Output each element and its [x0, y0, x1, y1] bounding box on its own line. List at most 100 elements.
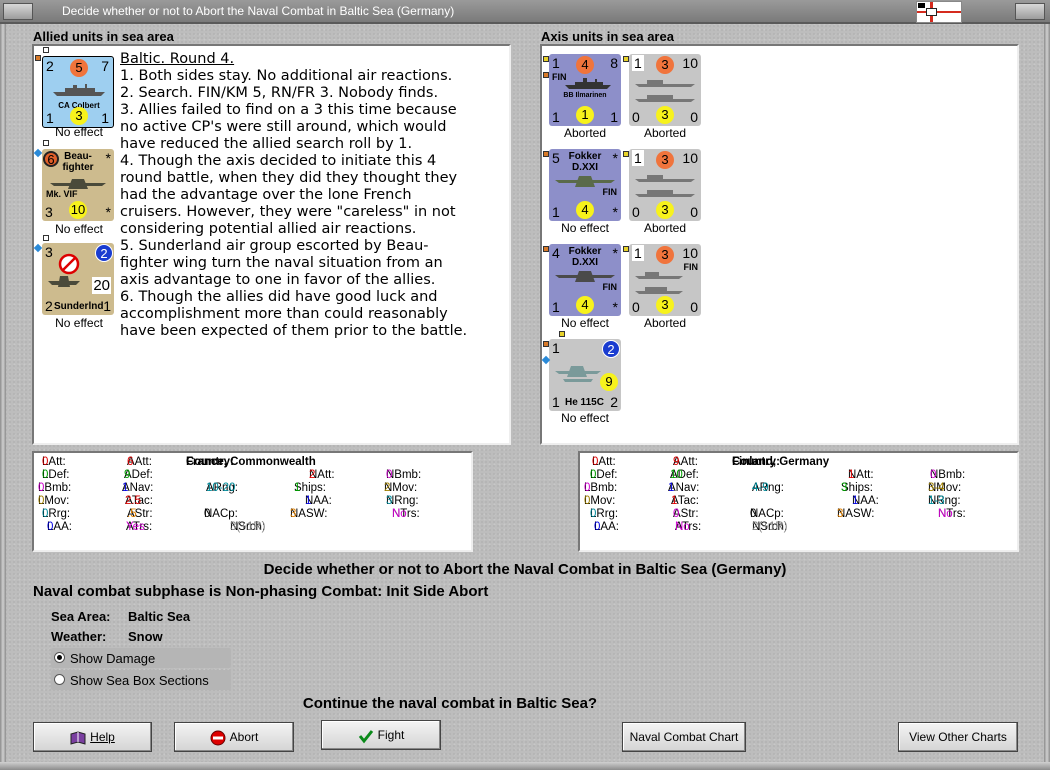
unit-marker	[543, 72, 549, 78]
window-frame-bottom	[0, 762, 1050, 770]
axis-unit-bb-ilmarinen[interactable]: 1 4 8 FIN BB Ilmarinen 1 1 1	[549, 54, 621, 126]
unit-value: 20	[92, 277, 111, 294]
fight-button[interactable]: Fight	[321, 720, 441, 750]
unit-value: *	[612, 204, 618, 220]
window-titlebar: Decide whether or not to Abort the Naval…	[0, 0, 1050, 24]
no-entry-icon	[210, 730, 226, 746]
notes-line: axis advantage to one in favor of the al…	[120, 272, 436, 288]
notes-line: accomplishment more than could reasonabl…	[120, 306, 448, 322]
allied-units-panel: 2 5 7 CA Colbert 1 3 1 No effect 6 Beau-…	[32, 44, 511, 445]
show-damage-label: Show Damage	[70, 651, 156, 666]
axis-unit-taskforce-2[interactable]: 1 3 10 0 3 0	[629, 149, 701, 221]
unit-value: 0	[690, 204, 698, 220]
unit-name: Sunderlnd	[54, 301, 104, 312]
unit-value: 3	[45, 244, 53, 260]
show-damage-option[interactable]: Show Damage	[51, 648, 231, 668]
continue-question: Continue the naval combat in Baltic Sea?	[302, 695, 598, 712]
allied-stats-panel: LAtt: 0 LDef: 0 LBmb: 0 LMov: 0 LRrg: 0 …	[32, 451, 473, 552]
notes-line: had the advantage over the lone French	[120, 187, 412, 203]
allied-section-label: Allied units in sea area	[33, 29, 174, 44]
notes-line: fighter wing turn the naval situation fr…	[120, 255, 443, 271]
fight-button-label: Fight	[377, 728, 405, 742]
notes-line: have been expected of them prior to the …	[120, 323, 468, 339]
unit-value: 10	[682, 150, 698, 166]
unit-marker	[623, 56, 629, 62]
axis-unit-taskforce-1[interactable]: 1 3 10 0 3 0	[629, 54, 701, 126]
sea-area-value: Baltic Sea	[128, 609, 191, 624]
help-button-label: Help	[90, 730, 115, 744]
close-window-button[interactable]	[1015, 3, 1045, 20]
unit-value-circle: 4	[576, 56, 594, 74]
allied-unit-ca-colbert[interactable]: 2 5 7 CA Colbert 1 3 1	[42, 56, 114, 128]
unit-nationality: FIN	[602, 187, 618, 197]
unit-nationality: FIN	[602, 282, 618, 292]
unit-value: 0	[690, 299, 698, 315]
unit-value: 0	[632, 109, 640, 125]
fleet-silhouette-icon	[635, 80, 695, 102]
unit-value-circle: 4	[576, 296, 594, 314]
show-sea-box-option[interactable]: Show Sea Box Sections	[51, 670, 231, 690]
unit-value: 0	[690, 109, 698, 125]
unit-value: 1	[103, 298, 111, 314]
unit-status: No effect	[55, 125, 103, 139]
abort-button[interactable]: Abort	[174, 722, 294, 752]
unit-value: 0	[632, 204, 640, 220]
unit-value-circle: 3	[70, 107, 88, 125]
unit-marker	[543, 56, 549, 62]
unit-marker	[623, 151, 629, 157]
notes-line: 1. Both sides stay. No additional air re…	[120, 68, 453, 84]
notes-line: no active CP's were still around, which …	[120, 119, 447, 135]
show-damage-radio[interactable]	[54, 652, 65, 663]
window-title: Decide whether or not to Abort the Naval…	[62, 4, 455, 18]
unit-marker	[543, 246, 549, 252]
axis-unit-fokker-2[interactable]: 4 Fokker D.XXI * FIN 1 4 *	[549, 244, 621, 316]
naval-combat-chart-button[interactable]: Naval Combat Chart	[622, 722, 746, 752]
unit-value: *	[612, 245, 618, 261]
unit-value-circle: 10	[69, 201, 87, 219]
unit-value: 3	[45, 204, 53, 220]
decision-heading: Decide whether or not to Abort the Naval…	[263, 561, 787, 578]
unit-marker	[43, 140, 49, 146]
notes-line: 2. Search. FIN/KM 5, RN/FR 3. Nobody fin…	[120, 85, 439, 101]
unit-value: 10	[682, 245, 698, 261]
view-other-charts-label: View Other Charts	[909, 730, 1007, 744]
unit-value-circle: 3	[656, 56, 674, 74]
unit-value-circle: 2	[602, 340, 620, 358]
allied-unit-sunderland[interactable]: 3 2 20 2 Sunderlnd 1	[42, 243, 114, 315]
help-button[interactable]: Help	[33, 722, 152, 752]
unit-value: *	[612, 150, 618, 166]
unit-value: 1	[552, 299, 560, 315]
unit-status: No effect	[55, 222, 103, 236]
unit-name: He 115C	[565, 397, 604, 408]
unit-value: 2	[610, 394, 618, 410]
naval-combat-chart-label: Naval Combat Chart	[629, 730, 739, 744]
unit-value: 1	[46, 110, 54, 126]
roundel-no-entry-icon	[58, 253, 80, 275]
unit-marker	[623, 246, 629, 252]
view-other-charts-button[interactable]: View Other Charts	[898, 722, 1018, 752]
unit-name: BB Ilmarinen	[563, 92, 607, 99]
unit-value-circle: 3	[656, 151, 674, 169]
notes-line: cruisers. However, they were "careless" …	[120, 204, 456, 220]
unit-marker	[543, 151, 549, 157]
notes-line: considering potential allied air reactio…	[120, 221, 417, 237]
window-frame-left	[0, 24, 6, 770]
notes-line: have reduced the allied search roll by 1…	[120, 136, 413, 152]
checkmark-icon	[358, 729, 373, 744]
unit-value: 1	[552, 204, 560, 220]
fleet-silhouette-icon	[635, 175, 695, 197]
axis-unit-he-115c[interactable]: 1 2 9 1 He 115C 2	[549, 339, 621, 411]
allied-unit-beaufighter[interactable]: 6 Beau- fighter * Mk. VIF 3 10 *	[42, 149, 114, 221]
system-menu-button[interactable]	[3, 3, 33, 20]
axis-unit-taskforce-3[interactable]: 1 3 10 FIN 0 3 0	[629, 244, 701, 316]
unit-value: 1	[552, 340, 560, 356]
show-sea-box-radio[interactable]	[54, 674, 65, 685]
unit-status: No effect	[561, 411, 609, 425]
unit-marker	[33, 243, 43, 253]
unit-name: Fokker	[568, 246, 602, 257]
unit-status: Aborted	[563, 126, 607, 140]
axis-unit-fokker-1[interactable]: 5 Fokker D.XXI * FIN 1 4 *	[549, 149, 621, 221]
unit-value: *	[612, 299, 618, 315]
unit-value: 1	[552, 109, 560, 125]
battleship-silhouette-icon	[565, 78, 611, 89]
